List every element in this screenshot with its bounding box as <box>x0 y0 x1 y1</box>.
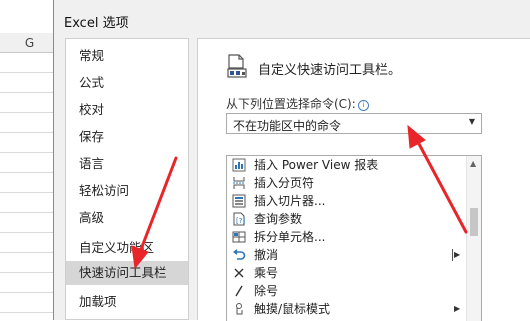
section-title: 自定义快速访问工具栏。 <box>258 63 402 78</box>
nav-item-save[interactable]: 保存 <box>66 125 188 149</box>
commands-list[interactable]: 插入 Power View 报表 插入分页符 插入切片器... [?] 查询参数… <box>226 155 482 321</box>
list-item[interactable]: 插入切片器... <box>227 192 467 210</box>
list-item[interactable]: 撤消 ▶ <box>227 246 467 264</box>
options-nav: 常规 公式 校对 保存 语言 轻松访问 高级 自定义功能区 快速访问工具栏 加载… <box>65 38 189 320</box>
choose-commands-dropdown[interactable]: 不在功能区中的命令 ▼ <box>226 113 482 134</box>
list-item[interactable]: 触摸/鼠标模式 ▶ <box>227 300 467 318</box>
command-label: 乘号 <box>254 266 279 280</box>
nav-item-formulas[interactable]: 公式 <box>66 71 188 95</box>
list-item[interactable]: [?] 查询参数 <box>227 210 467 228</box>
commands-scrollbar[interactable]: ▲ <box>466 156 481 321</box>
split-button-divider <box>452 249 453 261</box>
column-header-g[interactable]: G <box>0 33 60 53</box>
undo-icon <box>233 249 246 260</box>
touch-mouse-icon <box>236 303 243 315</box>
nav-item-proofing[interactable]: 校对 <box>66 98 188 122</box>
nav-item-advanced[interactable]: 高级 <box>66 206 188 230</box>
info-icon[interactable]: i <box>357 100 369 111</box>
dialog-titlebar[interactable]: Excel 选项 <box>54 0 530 38</box>
submenu-arrow-icon[interactable]: ▶ <box>454 246 460 264</box>
list-item[interactable]: 拆分单元格... <box>227 228 467 246</box>
command-label: 拆分单元格... <box>254 230 326 244</box>
scrollbar-thumb[interactable] <box>470 208 478 236</box>
nav-item-add-ins[interactable]: 加载项 <box>66 290 188 314</box>
svg-text:[?]: [?] <box>236 217 245 225</box>
split-cells-icon <box>232 231 246 243</box>
list-item[interactable]: 插入分页符 <box>227 174 467 192</box>
list-item[interactable]: 除号 <box>227 282 467 300</box>
choose-commands-value: 不在功能区中的命令 <box>233 119 342 133</box>
power-view-icon <box>232 158 246 172</box>
slicer-icon <box>232 194 246 208</box>
nav-item-language[interactable]: 语言 <box>66 152 188 176</box>
query-parameters-icon: [?] <box>233 212 245 226</box>
command-label: 插入切片器... <box>254 194 326 208</box>
command-label: 插入分页符 <box>254 176 315 190</box>
qat-settings-panel: 自定义快速访问工具栏。 从下列位置选择命令(C): i 不在功能区中的命令 ▼ 插… <box>197 38 530 321</box>
chevron-down-icon[interactable]: ▼ <box>469 117 475 126</box>
nav-item-quick-access-toolbar[interactable]: 快速访问工具栏 <box>66 261 188 285</box>
spreadsheet-rows[interactable] <box>0 53 60 320</box>
quick-access-toolbar-icon <box>227 54 247 78</box>
choose-commands-label: 从下列位置选择命令(C): i <box>226 95 369 112</box>
nav-item-accessibility[interactable]: 轻松访问 <box>66 179 188 203</box>
divide-icon <box>235 285 243 297</box>
command-label: 查询参数 <box>254 212 303 226</box>
list-item[interactable]: 插入 Power View 报表 <box>227 156 467 174</box>
nav-item-customize-ribbon[interactable]: 自定义功能区 <box>66 236 188 260</box>
excel-options-dialog: Excel 选项 常规 公式 校对 保存 语言 轻松访问 高级 自定义功能区 快… <box>53 0 530 321</box>
command-label: 除号 <box>254 284 279 298</box>
choose-commands-label-text: 从下列位置选择命令(C): <box>226 97 356 111</box>
nav-item-general[interactable]: 常规 <box>66 44 188 68</box>
submenu-arrow-icon[interactable]: ▶ <box>454 300 460 318</box>
scroll-up-icon[interactable]: ▲ <box>470 159 476 168</box>
command-label: 插入 Power View 报表 <box>254 158 379 172</box>
spreadsheet-background: G <box>0 0 60 320</box>
dialog-title: Excel 选项 <box>64 16 129 31</box>
command-label: 触摸/鼠标模式 <box>254 302 331 316</box>
page-break-icon <box>233 177 245 189</box>
multiply-icon <box>234 268 244 278</box>
command-label: 撤消 <box>254 248 279 262</box>
list-item[interactable]: 乘号 <box>227 264 467 282</box>
